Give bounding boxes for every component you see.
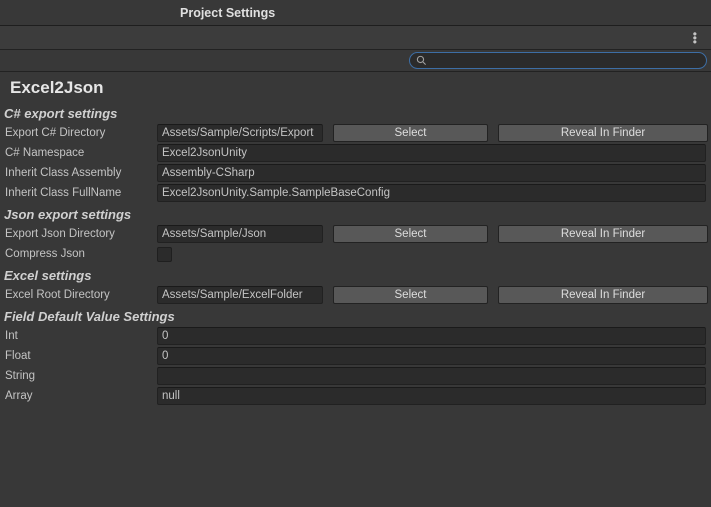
section-header-excel: Excel settings xyxy=(0,264,711,285)
page-title: Excel2Json xyxy=(0,72,711,102)
search-input[interactable] xyxy=(431,55,700,67)
input-default-int[interactable] xyxy=(157,327,706,345)
context-menu-icon[interactable]: ••• xyxy=(689,32,701,44)
window-title: Project Settings xyxy=(180,6,275,20)
section-header-json: Json export settings xyxy=(0,203,711,224)
input-inherit-assembly[interactable] xyxy=(157,164,706,182)
row-excel-root-dir: Excel Root Directory Select Reveal In Fi… xyxy=(0,285,711,305)
input-csharp-namespace[interactable] xyxy=(157,144,706,162)
reveal-in-finder-button[interactable]: Reveal In Finder xyxy=(498,225,708,243)
row-compress-json: Compress Json xyxy=(0,244,711,264)
row-default-string: String xyxy=(0,366,711,386)
label-default-float: Float xyxy=(4,350,154,362)
window-titlebar: Project Settings xyxy=(0,0,711,26)
row-inherit-assembly: Inherit Class Assembly xyxy=(0,163,711,183)
input-excel-root-dir[interactable] xyxy=(157,286,323,304)
input-inherit-fullname[interactable] xyxy=(157,184,706,202)
input-export-csharp-dir[interactable] xyxy=(157,124,323,142)
input-default-float[interactable] xyxy=(157,347,706,365)
label-default-array: Array xyxy=(4,390,154,402)
section-header-csharp: C# export settings xyxy=(0,102,711,123)
search-box[interactable] xyxy=(409,52,707,69)
label-inherit-assembly: Inherit Class Assembly xyxy=(4,167,154,179)
row-default-int: Int xyxy=(0,326,711,346)
reveal-in-finder-button[interactable]: Reveal In Finder xyxy=(498,286,708,304)
select-button[interactable]: Select xyxy=(333,286,488,304)
label-inherit-fullname: Inherit Class FullName xyxy=(4,187,154,199)
row-export-csharp-dir: Export C# Directory Select Reveal In Fin… xyxy=(0,123,711,143)
input-default-string[interactable] xyxy=(157,367,706,385)
settings-body: Excel2Json C# export settings Export C# … xyxy=(0,72,711,507)
select-button[interactable]: Select xyxy=(333,124,488,142)
reveal-in-finder-button[interactable]: Reveal In Finder xyxy=(498,124,708,142)
label-csharp-namespace: C# Namespace xyxy=(4,147,154,159)
checkbox-compress-json[interactable] xyxy=(157,247,172,262)
label-default-int: Int xyxy=(4,330,154,342)
label-compress-json: Compress Json xyxy=(4,248,154,260)
search-row xyxy=(0,50,711,72)
row-default-array: Array xyxy=(0,386,711,406)
toolbar: ••• xyxy=(0,26,711,50)
row-default-float: Float xyxy=(0,346,711,366)
select-button[interactable]: Select xyxy=(333,225,488,243)
row-csharp-namespace: C# Namespace xyxy=(0,143,711,163)
label-export-csharp-dir: Export C# Directory xyxy=(4,127,154,139)
row-export-json-dir: Export Json Directory Select Reveal In F… xyxy=(0,224,711,244)
row-inherit-fullname: Inherit Class FullName xyxy=(0,183,711,203)
label-default-string: String xyxy=(4,370,154,382)
label-export-json-dir: Export Json Directory xyxy=(4,228,154,240)
section-header-defaults: Field Default Value Settings xyxy=(0,305,711,326)
search-icon xyxy=(416,55,427,66)
input-export-json-dir[interactable] xyxy=(157,225,323,243)
input-default-array[interactable] xyxy=(157,387,706,405)
label-excel-root-dir: Excel Root Directory xyxy=(4,289,154,301)
